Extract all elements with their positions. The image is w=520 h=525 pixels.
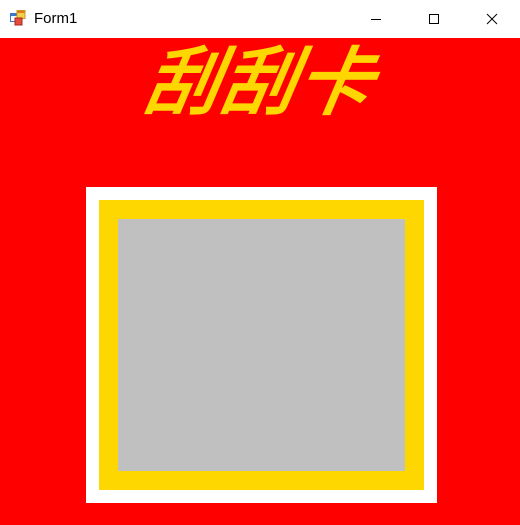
minimize-button[interactable]	[347, 0, 405, 38]
minimize-icon	[371, 19, 381, 20]
scratch-card-title: 刮刮卡	[138, 40, 382, 126]
maximize-button[interactable]	[405, 0, 463, 38]
winforms-app-icon[interactable]	[10, 10, 26, 26]
title-bar[interactable]: Form1	[0, 0, 520, 38]
scratch-surface[interactable]	[118, 219, 405, 471]
window-title: Form1	[34, 10, 78, 27]
close-button[interactable]	[463, 0, 520, 38]
close-icon	[486, 13, 498, 25]
app-window: Form1 刮刮卡	[0, 0, 520, 525]
maximize-icon	[429, 14, 439, 24]
